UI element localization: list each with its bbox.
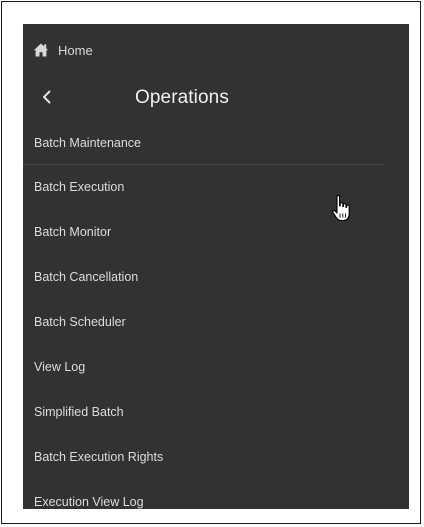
menu-item-label: Execution View Log — [34, 495, 144, 509]
page-title: Operations — [135, 87, 229, 108]
home-icon — [33, 42, 49, 58]
menu-item-label: Batch Execution Rights — [34, 450, 164, 464]
menu-item-label: Batch Scheduler — [34, 315, 126, 329]
menu-item-label: View Log — [34, 360, 86, 374]
menu-item-batch-execution-rights[interactable]: Batch Execution Rights — [23, 435, 409, 480]
menu-item-label: Batch Execution — [34, 180, 125, 194]
menu-item-execution-view-log[interactable]: Execution View Log — [23, 480, 409, 509]
menu-item-label: Batch Monitor — [34, 225, 112, 239]
menu-item-batch-scheduler[interactable]: Batch Scheduler — [23, 300, 409, 345]
panel-header: Operations — [23, 84, 409, 114]
menu-item-view-log[interactable]: View Log — [23, 345, 409, 390]
menu-item-batch-execution[interactable]: Batch Execution — [23, 165, 409, 210]
home-link[interactable]: Home — [33, 41, 93, 59]
menu-item-batch-monitor[interactable]: Batch Monitor — [23, 210, 409, 255]
menu-item-simplified-batch[interactable]: Simplified Batch — [23, 390, 409, 435]
home-label: Home — [58, 42, 93, 58]
menu-item-label: Batch Maintenance — [34, 136, 142, 150]
menu-item-batch-maintenance[interactable]: Batch Maintenance — [23, 122, 409, 165]
back-button[interactable] — [37, 88, 57, 110]
menu-item-label: Batch Cancellation — [34, 270, 139, 284]
screenshot-frame: Home Operations Batch Maintenance Batch … — [1, 1, 421, 524]
operations-navigation-panel: Home Operations Batch Maintenance Batch … — [23, 24, 409, 509]
menu-item-label: Simplified Batch — [34, 405, 124, 419]
chevron-left-icon — [41, 89, 53, 110]
menu-item-batch-cancellation[interactable]: Batch Cancellation — [23, 255, 409, 300]
operations-menu: Batch Maintenance Batch Execution Batch … — [23, 122, 409, 509]
